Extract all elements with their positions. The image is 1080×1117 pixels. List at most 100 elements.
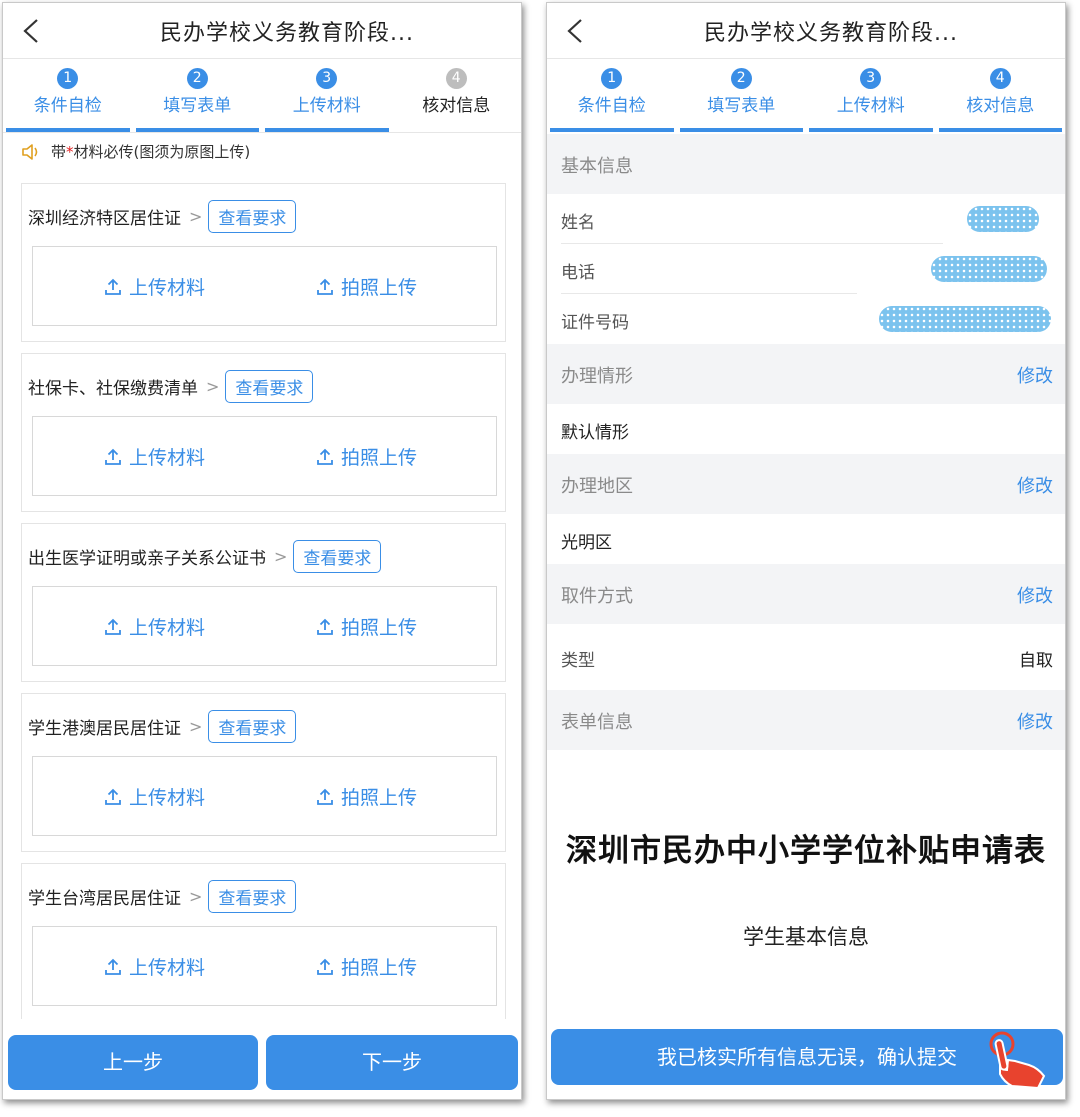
take-photo-upload-button[interactable]: 拍照上传: [315, 443, 417, 470]
step-1[interactable]: 1 条件自检: [3, 60, 133, 132]
upload-icon: [105, 278, 121, 295]
upload-area: 上传材料 拍照上传: [32, 246, 497, 326]
upload-area: 上传材料 拍照上传: [32, 756, 497, 836]
upload-label: 上传材料: [129, 787, 206, 809]
material-name: 学生港澳居民居住证: [28, 719, 181, 739]
step-number: 2: [730, 68, 752, 89]
page-title: 民办学校义务教育阶段...: [704, 21, 958, 46]
step-number: 2: [186, 68, 208, 89]
step-progress-bar: [550, 128, 674, 132]
pointing-hand-icon: [989, 1031, 1046, 1090]
step-indicator: 1 条件自检 2 填写表单 3 上传材料 4 核对信息: [3, 60, 521, 132]
chevron-right-icon: >: [189, 717, 203, 736]
step-1[interactable]: 1 条件自检: [547, 60, 677, 132]
step-3[interactable]: 3 上传材料: [262, 60, 392, 132]
divider: [3, 132, 521, 133]
take-photo-upload-button[interactable]: 拍照上传: [315, 613, 417, 640]
step-4[interactable]: 4 核对信息: [936, 60, 1066, 132]
section-label: 办理情形: [561, 366, 633, 387]
view-requirements-button[interactable]: 查看要求: [225, 370, 314, 403]
section-label: 取件方式: [561, 586, 633, 607]
material-card: 社保卡、社保缴费清单 > 查看要求 上传材料 拍照上传: [21, 353, 506, 512]
material-name: 深圳经济特区居住证: [28, 209, 181, 229]
confirm-submit-button[interactable]: 我已核实所有信息无误，确认提交: [551, 1029, 1063, 1085]
view-requirements-button[interactable]: 查看要求: [208, 200, 297, 233]
view-requirements-button[interactable]: 查看要求: [293, 540, 382, 573]
row-pickup-type: 类型 自取: [547, 624, 1065, 690]
upload-icon: [317, 278, 333, 295]
view-requirements-button[interactable]: 查看要求: [208, 880, 297, 913]
next-step-button[interactable]: 下一步: [266, 1035, 518, 1090]
section-label: 基本信息: [561, 156, 633, 177]
step-number: 1: [601, 68, 623, 89]
upload-material-button[interactable]: 上传材料: [103, 953, 205, 980]
field-value: 光明区: [561, 533, 612, 553]
step-number: 3: [860, 68, 882, 89]
step-label: 上传材料: [292, 96, 361, 116]
material-card: 出生医学证明或亲子关系公证书 > 查看要求上传材料 拍照上传: [21, 523, 506, 682]
upload-label: 上传材料: [129, 617, 206, 639]
row-handle-area-value: 光明区: [547, 514, 1065, 564]
photo-label: 拍照上传: [341, 277, 418, 299]
redacted-value: [967, 206, 1039, 232]
section-label: 办理地区: [561, 476, 633, 497]
form-title: 深圳市民办中小学学位补贴申请表: [566, 833, 1046, 869]
notice-prefix: 带: [51, 143, 67, 161]
step-label: 条件自检: [577, 96, 646, 116]
title-bar: 民办学校义务教育阶段...: [3, 3, 521, 59]
view-requirements-button[interactable]: 查看要求: [208, 710, 297, 743]
upload-icon: [317, 788, 333, 805]
section-basic-info: 基本信息: [547, 134, 1065, 194]
row-phone: 电话: [547, 244, 1065, 294]
chevron-right-icon: >: [189, 207, 203, 226]
take-photo-upload-button[interactable]: 拍照上传: [315, 273, 417, 300]
step-2[interactable]: 2 填写表单: [677, 60, 807, 132]
step-4[interactable]: 4 核对信息: [392, 60, 522, 132]
edit-link[interactable]: 修改: [1017, 708, 1053, 734]
take-photo-upload-button[interactable]: 拍照上传: [315, 953, 417, 980]
form-subtitle: 学生基本信息: [743, 925, 869, 949]
section-handle-area: 办理地区 修改: [547, 454, 1065, 514]
edit-link[interactable]: 修改: [1017, 472, 1053, 498]
take-photo-upload-button[interactable]: 拍照上传: [315, 783, 417, 810]
upload-material-button[interactable]: 上传材料: [103, 273, 205, 300]
upload-material-button[interactable]: 上传材料: [103, 613, 205, 640]
prev-step-button[interactable]: 上一步: [8, 1035, 258, 1090]
step-label: 核对信息: [966, 96, 1035, 116]
step-label: 条件自检: [33, 96, 102, 116]
material-title-row: 学生港澳居民居住证 > 查看要求: [28, 710, 297, 743]
step-label: 核对信息: [422, 96, 491, 116]
field-value: 自取: [1019, 651, 1053, 671]
step-2[interactable]: 2 填写表单: [133, 60, 263, 132]
upload-label: 上传材料: [129, 957, 206, 979]
edit-link[interactable]: 修改: [1017, 582, 1053, 608]
left-phone-screen: 民办学校义务教育阶段... 1 条件自检 2 填写表单 3 上传材料 4 核对信息 带 …: [2, 2, 522, 1100]
upload-material-button[interactable]: 上传材料: [103, 783, 205, 810]
step-number: 4: [989, 68, 1011, 89]
upload-material-button[interactable]: 上传材料: [103, 443, 205, 470]
required-notice: 带 * 材料必传(图须为原图上传): [21, 141, 250, 162]
step-progress-bar: [679, 128, 803, 132]
upload-icon: [105, 788, 121, 805]
photo-label: 拍照上传: [341, 617, 418, 639]
upload-label: 上传材料: [129, 447, 206, 469]
required-star: *: [66, 142, 74, 161]
upload-icon: [317, 958, 333, 975]
edit-link[interactable]: 修改: [1017, 362, 1053, 388]
review-info-list: 基本信息 姓名 电话 证件号码 办理情形 修改 默认情形 办理地区 修改 光明区: [547, 134, 1065, 750]
back-arrow-icon[interactable]: [19, 18, 43, 44]
step-progress-bar: [809, 128, 933, 132]
step-label: 上传材料: [836, 96, 905, 116]
field-label: 姓名: [561, 213, 595, 233]
notice-text: 材料必传(图须为原图上传): [73, 143, 251, 161]
back-arrow-icon[interactable]: [563, 18, 587, 44]
upload-area: 上传材料 拍照上传: [32, 416, 497, 496]
upload-area: 上传材料 拍照上传: [32, 586, 497, 666]
step-number: 3: [316, 68, 338, 89]
material-title-row: 出生医学证明或亲子关系公证书 > 查看要求: [28, 540, 382, 573]
step-progress-bar: [938, 128, 1062, 132]
step-3[interactable]: 3 上传材料: [806, 60, 936, 132]
material-name: 社保卡、社保缴费清单: [28, 379, 198, 399]
material-name: 出生医学证明或亲子关系公证书: [28, 549, 266, 569]
page-title: 民办学校义务教育阶段...: [160, 21, 414, 46]
